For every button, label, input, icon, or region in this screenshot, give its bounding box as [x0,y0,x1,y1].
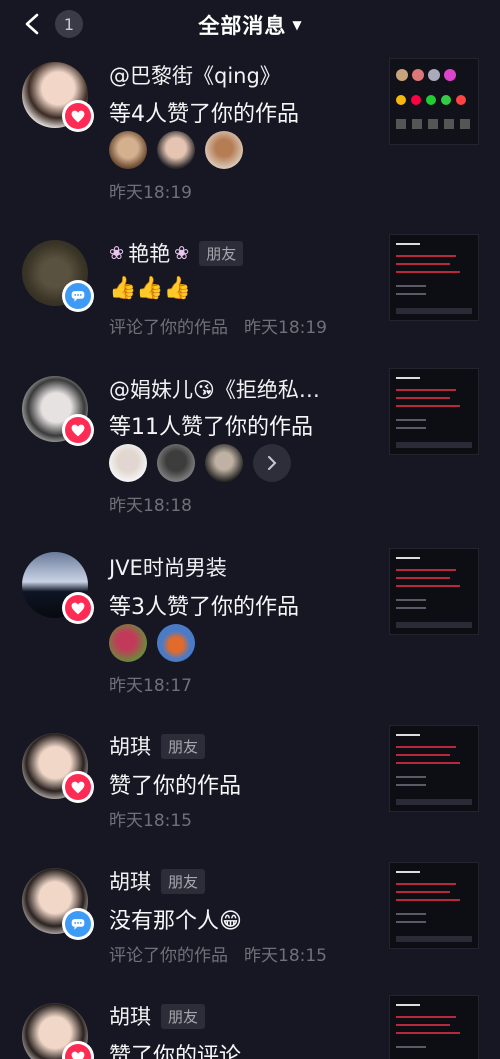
liker-avatar[interactable] [205,131,243,169]
sender-name[interactable]: 胡琪 朋友 [109,1001,206,1031]
notification-text: 等4人赞了你的作品 [109,102,299,127]
more-likers-button[interactable] [253,444,291,482]
timestamp: 昨天18:19 [109,183,192,203]
liker-avatars [109,131,243,169]
notification-item[interactable]: 胡琪 朋友 赞了你的评论 [0,985,500,1059]
decoration-icon: ❀ [174,242,190,264]
top-bar: 1 全部消息 ▼ [0,0,500,50]
post-thumbnail[interactable] [389,862,479,949]
heart-icon [71,602,85,614]
sender-name[interactable]: 胡琪 朋友 [109,866,206,896]
like-status-badge [62,100,94,132]
post-thumbnail[interactable] [389,368,479,455]
comment-icon [71,919,85,930]
notification-item[interactable]: ❀ 艳艳 ❀ 朋友 👍👍👍 评论了你的作品 昨天18:19 [0,222,500,347]
timestamp: 昨天18:17 [109,676,192,696]
message-filter-dropdown[interactable]: 全部消息 ▼ [198,10,301,40]
comment-text: 👍👍👍 [109,276,192,301]
timestamp: 昨天18:15 [109,811,192,831]
liker-avatar[interactable] [157,444,195,482]
friend-tag: 朋友 [199,240,244,266]
notification-item[interactable]: @娟妹儿😘《拒绝私… 等11人赞了你的作品 昨天18:18 [0,358,500,528]
like-status-badge [62,1041,94,1059]
post-thumbnail[interactable] [389,548,479,635]
comment-text: 没有那个人😁 [109,909,242,934]
liker-avatars [109,444,291,482]
like-status-badge [62,414,94,446]
sender-name[interactable]: ❀ 艳艳 ❀ 朋友 [109,238,244,268]
sender-name[interactable]: 胡琪 朋友 [109,731,206,761]
notification-item[interactable]: JVE时尚男装 等3人赞了你的作品 昨天18:17 [0,540,500,700]
sender-name[interactable]: @娟妹儿😘《拒绝私… [109,374,320,404]
notification-text: 等11人赞了你的作品 [109,415,313,440]
liker-avatar[interactable] [109,131,147,169]
liker-avatar[interactable] [109,624,147,662]
comment-meta: 评论了你的作品 昨天18:19 [109,318,327,338]
chevron-right-icon [268,456,277,470]
post-thumbnail[interactable] [389,58,479,145]
friend-tag: 朋友 [161,1003,206,1029]
notification-item[interactable]: @巴黎街《qing》 等4人赞了你的作品 昨天18:19 [0,50,500,210]
heart-icon [71,781,85,793]
liker-avatar[interactable] [157,131,195,169]
sender-name[interactable]: JVE时尚男装 [109,552,227,582]
notification-item[interactable]: 胡琪 朋友 没有那个人😁 评论了你的作品 昨天18:15 [0,850,500,975]
like-status-badge [62,771,94,803]
like-status-badge [62,592,94,624]
friend-tag: 朋友 [161,868,206,894]
liker-avatar[interactable] [205,444,243,482]
comment-status-badge [62,908,94,940]
post-thumbnail[interactable] [389,234,479,321]
comment-status-badge [62,280,94,312]
unread-count-badge: 1 [55,10,83,38]
post-thumbnail[interactable] [389,995,479,1059]
post-thumbnail[interactable] [389,725,479,812]
timestamp: 昨天18:18 [109,496,192,516]
back-arrow-icon[interactable] [22,13,44,35]
notification-text: 赞了你的作品 [109,774,242,799]
notification-text: 赞了你的评论 [109,1044,242,1059]
liker-avatar[interactable] [109,444,147,482]
page-title: 全部消息 [198,14,287,38]
caret-down-icon: ▼ [292,18,302,32]
notification-item[interactable]: 胡琪 朋友 赞了你的作品 昨天18:15 [0,715,500,835]
decoration-icon: ❀ [109,242,125,264]
comment-icon [71,291,85,302]
liker-avatar[interactable] [157,624,195,662]
sender-name[interactable]: @巴黎街《qing》 [109,60,281,90]
heart-icon [71,424,85,436]
liker-avatars [109,624,195,662]
heart-icon [71,1051,85,1059]
comment-meta: 评论了你的作品 昨天18:15 [109,946,327,966]
heart-icon [71,110,85,122]
friend-tag: 朋友 [161,733,206,759]
notification-text: 等3人赞了你的作品 [109,595,299,620]
